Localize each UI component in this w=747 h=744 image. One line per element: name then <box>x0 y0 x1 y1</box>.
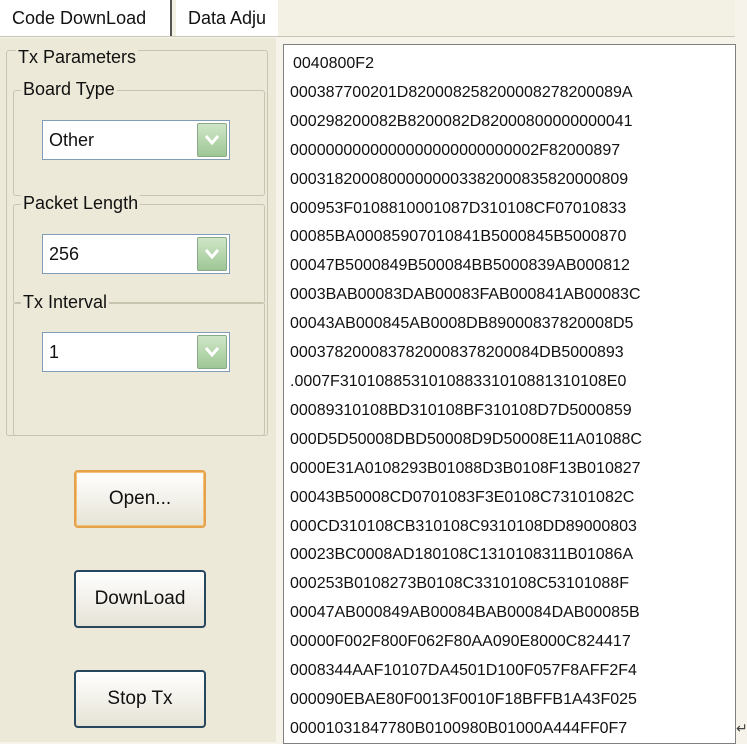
stop-tx-button-label: Stop Tx <box>107 688 173 709</box>
tx-parameters-title: Tx Parameters <box>16 47 139 67</box>
hex-lines: 0040800F2 000387700201D820008258200008278… <box>284 45 735 743</box>
hex-line: 00023BC0008AD180108C1310108311B01086A <box>290 546 634 564</box>
hex-line: 000253B0108273B0108C3310108C53101088F <box>290 575 629 593</box>
hex-line: 00031820008000000003382000835820000809 <box>290 170 629 188</box>
hex-line: 000CD310108CB310108C9310108DD89000803 <box>290 517 637 535</box>
hex-line: 0008344AAF10107DA4501D100F057F8AFF2F4 <box>290 662 637 680</box>
download-button[interactable]: DownLoad <box>74 570 206 628</box>
hex-line: 000D5D50008DBD50008D9D50008E11A01088C <box>290 430 642 448</box>
hex-line: 00047AB000849AB00084BAB00084DAB00085B <box>290 604 640 622</box>
tx-interval-value: 1 <box>49 342 60 362</box>
tx-interval-label: Tx Interval <box>21 292 110 312</box>
board-type-value: Other <box>49 130 95 150</box>
hex-line: 0003BAB00083DAB00083FAB000841AB00083C <box>290 286 641 304</box>
hex-line: 0000103184778​0B0100980B01000A444FF0F7 <box>290 719 628 737</box>
chevron-down-icon[interactable] <box>197 237 227 271</box>
packet-length-select[interactable]: 256 <box>42 234 230 274</box>
hex-line: 0000000000000000000000000002F82000897 <box>290 141 621 159</box>
paragraph-mark-icon: ↵ <box>736 720 747 736</box>
board-type-select[interactable]: Other <box>42 120 230 160</box>
chevron-down-icon[interactable] <box>197 123 227 157</box>
open-button[interactable]: Open... <box>74 470 206 528</box>
tab-code-download[interactable]: Code DownLoad <box>0 0 172 36</box>
hex-line: 00085BA000859070108​41B5000845B5000870 <box>290 228 627 246</box>
tab-bar: Code DownLoad Data Adju <box>0 0 735 37</box>
hex-line: 00043B50008CD0701083F3E0108C73101082C <box>290 488 635 506</box>
hex-data-textbox[interactable]: 0040800F2 000387700201D820008258200008278… <box>283 44 736 744</box>
open-button-label: Open... <box>108 488 172 509</box>
hex-line: 00047B5000849B500084BB5000839AB000812 <box>290 257 630 275</box>
hex-line: .0007F31010885310108833101088131010​8E0 <box>290 372 627 390</box>
stop-tx-button[interactable]: Stop Tx <box>74 670 206 728</box>
hex-line: 0040800F2 <box>293 55 374 72</box>
hex-line: 00000F002F800F062F80AA090E8000C824417 <box>290 633 631 651</box>
packet-length-value: 256 <box>49 244 80 264</box>
download-button-label: DownLoad <box>94 588 186 609</box>
chevron-down-icon[interactable] <box>197 335 227 369</box>
hex-line: 000387700201D820008258200008278200089A <box>290 83 633 101</box>
hex-line: 000953F010881000108​7D310108CF07010833 <box>290 199 627 217</box>
tab-data-adjust[interactable]: Data Adju <box>176 0 278 36</box>
hex-line: 000298200082B8200082D82000800000000041 <box>290 112 633 130</box>
hex-line: 0003782000837820008378200084DB5000893 <box>290 344 624 362</box>
left-panel: Tx Parameters Board Type Other Packet Le… <box>0 38 276 742</box>
hex-line: 00043AB000845AB0008DB89000837820008D5 <box>290 315 634 333</box>
packet-length-label: Packet Length <box>21 193 141 213</box>
hex-line: 000090EBAE80F0013F0010F18BFFB1A43F025 <box>290 690 637 708</box>
board-type-label: Board Type <box>21 79 117 99</box>
hex-line: 00089310108BD310108BF310108D7D5000859 <box>290 401 632 419</box>
hex-line: 0000E31A0108293B01088D3B0108F13B010827 <box>290 459 641 477</box>
tx-interval-select[interactable]: 1 <box>42 332 230 372</box>
